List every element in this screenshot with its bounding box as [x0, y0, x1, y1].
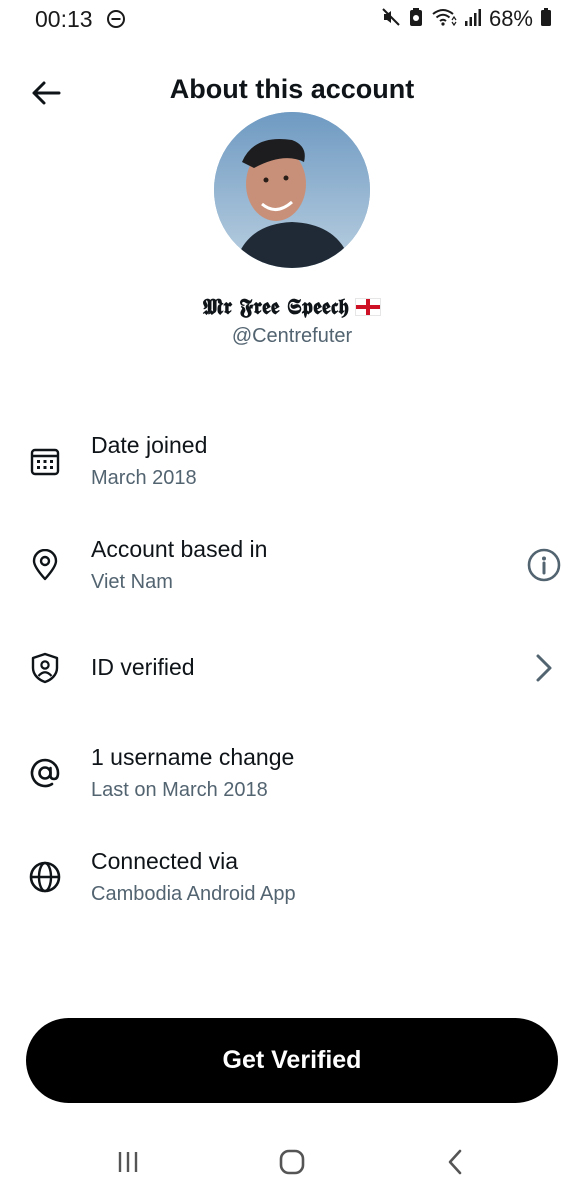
row-title: Date joined [91, 432, 208, 458]
status-icons: 68% [381, 6, 552, 32]
signal-icon [464, 7, 482, 32]
location-pin-icon [26, 546, 64, 584]
england-flag-icon [355, 298, 381, 316]
id-verified-chevron[interactable] [522, 646, 566, 690]
info-icon [527, 548, 561, 582]
info-row-date-joined: Date joined March 2018 [0, 430, 584, 500]
globe-icon [26, 858, 64, 896]
user-handle: @Centrefuter [231, 325, 353, 347]
at-sign-icon [26, 754, 64, 792]
info-row-connected-via: Connected via Cambodia Android App [0, 846, 584, 916]
row-subtitle: March 2018 [91, 467, 197, 489]
row-subtitle: Cambodia Android App [91, 883, 296, 905]
info-row-username-change: 1 username change Last on March 2018 [0, 742, 584, 812]
get-verified-button[interactable]: Get Verified [26, 1018, 558, 1103]
chevron-right-icon [536, 654, 552, 682]
wifi-icon [431, 7, 457, 32]
info-row-id-verified[interactable]: ID verified [0, 640, 584, 696]
display-name: 𝕸𝖗 𝕱𝖗𝖊𝖊 𝕾𝖕𝖊𝖊𝖈𝖍 [0, 294, 584, 320]
battery-percent: 68% [488, 6, 533, 31]
system-back-button[interactable] [428, 1142, 484, 1182]
status-time: 00:13 [35, 6, 93, 32]
shield-user-icon [26, 649, 64, 687]
android-nav-bar [0, 1130, 584, 1190]
recent-apps-button[interactable] [100, 1142, 156, 1182]
back-chevron-icon [448, 1149, 462, 1175]
recent-apps-icon [118, 1152, 138, 1172]
mute-icon [381, 7, 401, 32]
battery-icon [540, 7, 552, 32]
info-row-account-based-in: Account based in Viet Nam [0, 534, 584, 604]
display-name-text: 𝕸𝖗 𝕱𝖗𝖊𝖊 𝕾𝖕𝖊𝖊𝖈𝖍 [203, 294, 349, 320]
row-subtitle: Viet Nam [91, 571, 173, 593]
home-icon [279, 1149, 305, 1175]
row-title: Account based in [91, 536, 268, 562]
battery-saver-icon [408, 7, 424, 32]
page-title: About this account [169, 74, 415, 104]
row-subtitle: Last on March 2018 [91, 779, 268, 801]
info-button[interactable] [522, 543, 566, 587]
row-title: Connected via [91, 848, 239, 874]
row-title: ID verified [91, 654, 195, 680]
avatar[interactable] [214, 112, 370, 268]
row-title: 1 username change [91, 744, 295, 770]
status-bar: 00:13 68% [0, 0, 584, 40]
do-not-disturb-icon [106, 9, 126, 34]
calendar-icon [26, 442, 64, 480]
home-button[interactable] [264, 1142, 320, 1182]
